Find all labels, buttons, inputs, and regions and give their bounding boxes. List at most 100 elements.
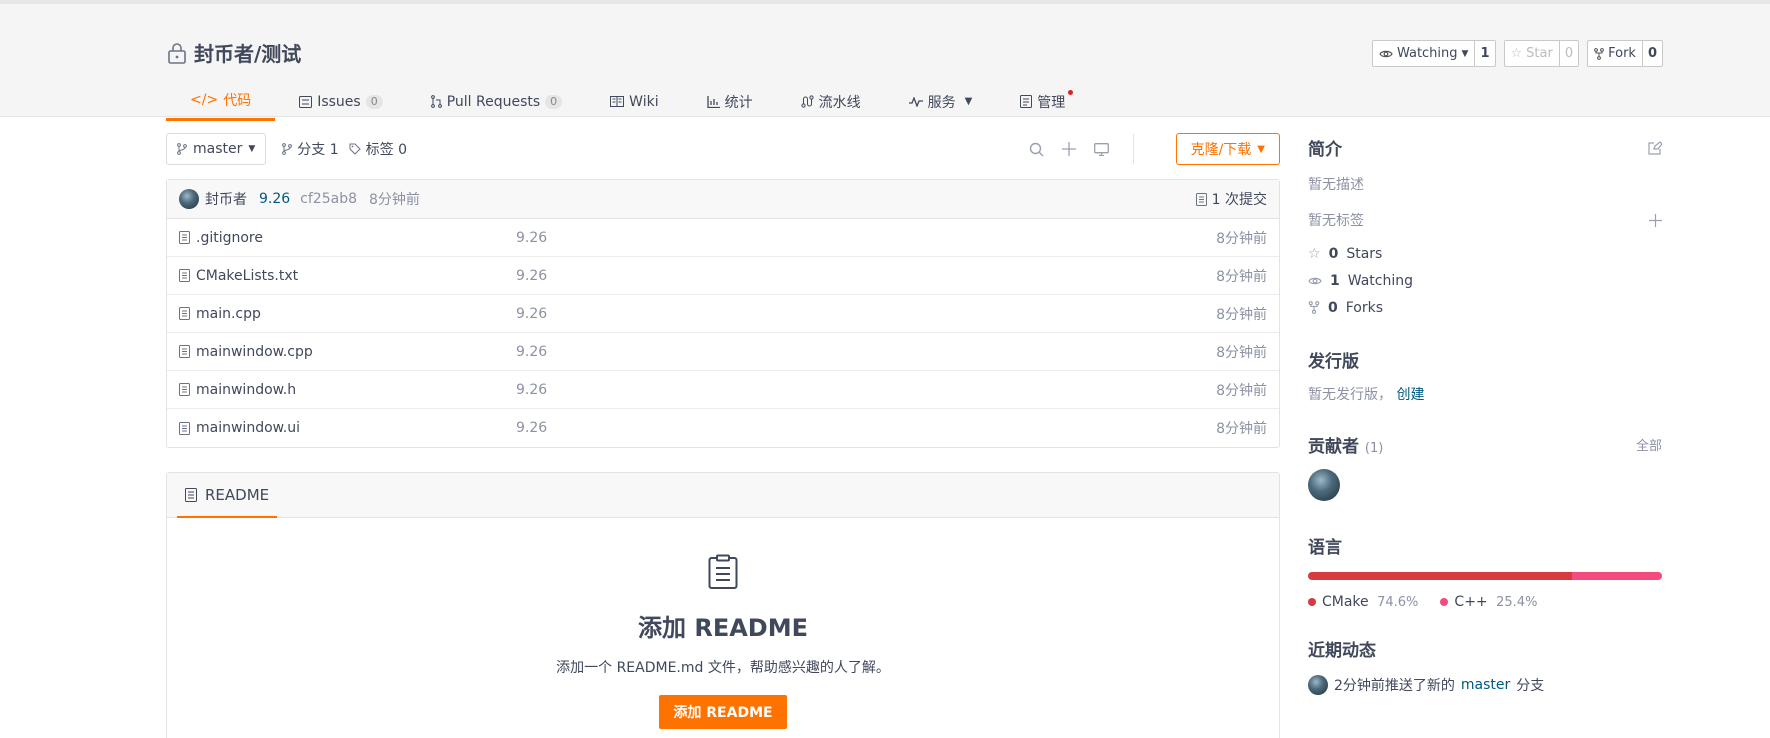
file-commit-message[interactable]: 9.26 <box>516 268 547 284</box>
divider <box>1133 134 1134 164</box>
file-name[interactable]: .gitignore <box>196 230 516 246</box>
watch-count[interactable]: 1 <box>1475 41 1494 66</box>
star-button[interactable]: ☆ Star 0 <box>1503 40 1580 67</box>
file-row[interactable]: .gitignore 9.26 8分钟前 <box>167 219 1279 257</box>
contributors-label: 贡献者 <box>1308 437 1359 457</box>
tab-label: 服务 <box>927 94 956 111</box>
intro-header: 简介 <box>1308 135 1662 160</box>
readme-tab[interactable]: README <box>177 473 277 518</box>
file-commit-message[interactable]: 9.26 <box>516 420 547 436</box>
commit-author[interactable]: 封币者 <box>205 189 247 209</box>
edit-icon[interactable] <box>1648 140 1662 155</box>
file-row[interactable]: mainwindow.ui 9.26 8分钟前 <box>167 409 1279 447</box>
eye-icon <box>1308 277 1322 284</box>
avatar[interactable] <box>1308 469 1340 501</box>
pipeline-icon <box>800 95 814 108</box>
book-icon <box>610 96 625 107</box>
file-commit-message[interactable]: 9.26 <box>516 230 547 246</box>
watch-button[interactable]: Watching ▼ 1 <box>1371 40 1496 67</box>
file-commit-message[interactable]: 9.26 <box>516 344 547 360</box>
language-dot <box>1440 598 1449 606</box>
readme-panel: README 添加 README 添加一个 README.md 文件，帮助感兴趣… <box>166 472 1280 738</box>
file-row[interactable]: mainwindow.h 9.26 8分钟前 <box>167 371 1279 409</box>
tab-wiki[interactable]: Wiki <box>586 82 682 121</box>
clone-download-button[interactable]: 克隆/下载 ▼ <box>1175 133 1280 165</box>
file-name[interactable]: mainwindow.h <box>196 382 516 398</box>
fork-icon <box>1308 301 1320 314</box>
repo-header: 封币者/测试 Watching ▼ 1 ☆ Star 0 Fork 0 </> 代码 … <box>0 0 1770 121</box>
no-release: 暂无发行版， <box>1308 387 1392 403</box>
lock-icon <box>168 42 186 64</box>
tab-label: 代码 <box>223 93 252 109</box>
intro-title: 简介 <box>1308 140 1342 160</box>
commit-sha[interactable]: cf25ab8 <box>300 191 357 207</box>
tags-row: 暂无标签 <box>1308 210 1662 230</box>
fork-count[interactable]: 0 <box>1643 41 1662 66</box>
stars-count: 0 <box>1328 245 1339 262</box>
stars-label: Stars <box>1346 245 1383 262</box>
file-icon <box>179 231 190 244</box>
tab-stats[interactable]: 统计 <box>683 82 777 121</box>
code-toolbar: master ▼ 分支 1 标签 0 克隆/下载 ▼ <box>166 132 1280 166</box>
branch-selector[interactable]: master ▼ <box>166 133 267 165</box>
tab-code[interactable]: </> 代码 <box>166 82 276 121</box>
commit-message[interactable]: 9.26 <box>259 191 290 207</box>
file-time: 8分钟前 <box>1216 421 1267 437</box>
tab-issues[interactable]: Issues 0 <box>275 82 407 121</box>
add-readme-button[interactable]: 添加 README <box>659 695 787 729</box>
language-item-cmake: CMake 74.6% <box>1308 594 1418 610</box>
avatar[interactable] <box>179 189 199 209</box>
stars-stat[interactable]: ☆ 0 Stars <box>1308 240 1662 267</box>
tab-pipeline[interactable]: 流水线 <box>777 82 885 121</box>
file-commit-message[interactable]: 9.26 <box>516 306 547 322</box>
pr-count-badge: 0 <box>545 94 563 109</box>
monitor-icon[interactable] <box>1094 142 1109 156</box>
search-icon[interactable] <box>1029 142 1044 157</box>
fork-button[interactable]: Fork 0 <box>1587 40 1663 67</box>
readme-empty-title: 添加 README <box>637 614 808 642</box>
forks-stat[interactable]: 0 Forks <box>1308 294 1662 321</box>
repo-title[interactable]: 封币者/测试 <box>166 38 301 67</box>
file-name[interactable]: mainwindow.ui <box>196 420 516 436</box>
activity-branch-link[interactable]: master <box>1461 677 1510 693</box>
tab-pull-requests[interactable]: Pull Requests 0 <box>407 82 586 121</box>
language-bar-cmake <box>1308 572 1573 580</box>
plus-icon[interactable] <box>1062 142 1076 156</box>
star-label: Star <box>1526 46 1553 61</box>
eye-icon <box>1379 50 1393 57</box>
file-name[interactable]: CMakeLists.txt <box>196 268 516 284</box>
file-list: 封币者 9.26 cf25ab8 8分钟前 1 次提交 .gitignore 9… <box>166 179 1280 448</box>
tab-manage[interactable]: 管理 <box>996 82 1089 121</box>
commit-count-link[interactable]: 1 次提交 <box>1195 189 1267 209</box>
pull-request-icon <box>430 95 442 108</box>
watching-stat[interactable]: 1 Watching <box>1308 267 1662 294</box>
star-icon: ☆ <box>1308 245 1321 262</box>
file-icon <box>179 269 190 282</box>
file-icon <box>179 383 190 396</box>
language-percent: 74.6% <box>1377 595 1419 610</box>
file-time: 8分钟前 <box>1216 230 1267 247</box>
pulse-icon <box>908 96 923 107</box>
issues-icon <box>299 95 313 108</box>
file-time: 8分钟前 <box>1216 382 1267 399</box>
all-contributors-link[interactable]: 全部 <box>1636 435 1662 454</box>
file-row[interactable]: CMakeLists.txt 9.26 8分钟前 <box>167 257 1279 295</box>
watching-label: Watching <box>1347 272 1413 289</box>
file-row[interactable]: main.cpp 9.26 8分钟前 <box>167 295 1279 333</box>
file-name[interactable]: main.cpp <box>196 306 516 322</box>
file-row[interactable]: mainwindow.cpp 9.26 8分钟前 <box>167 333 1279 371</box>
file-name[interactable]: mainwindow.cpp <box>196 344 516 360</box>
tab-services[interactable]: 服务 ▼ <box>885 82 997 121</box>
notification-dot <box>1068 90 1074 95</box>
branches-link[interactable]: 分支 1 <box>282 139 339 159</box>
create-release-link[interactable]: 创建 <box>1396 387 1424 403</box>
repo-name[interactable]: 封币者/测试 <box>194 38 301 67</box>
star-count[interactable]: 0 <box>1560 41 1578 66</box>
activity-title: 近期动态 <box>1308 641 1376 661</box>
add-tag-icon[interactable] <box>1649 213 1662 227</box>
caret-down-icon: ▼ <box>1461 48 1469 59</box>
bar-chart-icon <box>706 95 720 108</box>
file-commit-message[interactable]: 9.26 <box>516 382 547 398</box>
avatar[interactable] <box>1308 675 1328 695</box>
tags-link[interactable]: 标签 0 <box>349 139 407 159</box>
